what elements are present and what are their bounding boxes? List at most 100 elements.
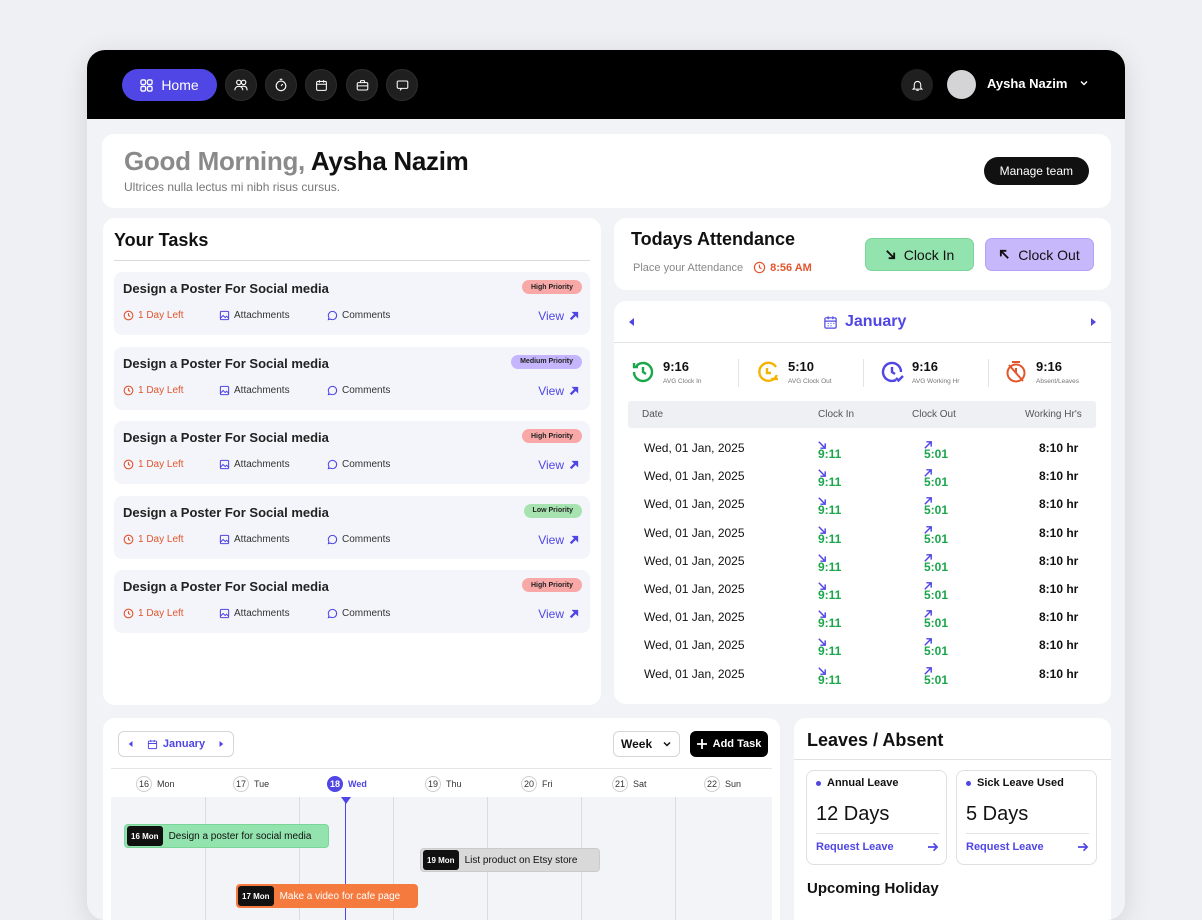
comments-link[interactable]: Comments (327, 459, 390, 470)
week-day-thu[interactable]: 19 Thu (425, 776, 462, 792)
row-clock-in: 9:11 (818, 554, 841, 574)
arrow-up-right-icon (569, 535, 579, 544)
chevron-right-icon[interactable] (218, 740, 224, 748)
week-day-mon[interactable]: 16 Mon (136, 776, 175, 792)
attachments-link[interactable]: Attachments (219, 310, 290, 321)
row-clock-out-value: 5:01 (924, 672, 949, 687)
clock-icon (123, 310, 134, 321)
user-name[interactable]: Aysha Nazim (987, 76, 1067, 91)
clock-in-button[interactable]: Clock In (865, 238, 974, 271)
annual-leave-card: Annual Leave 12 Days Request Leave (806, 770, 947, 865)
col-date: Date (642, 409, 664, 420)
row-clock-out-value: 5:01 (924, 447, 949, 461)
priority-badge: High Priority (521, 429, 582, 443)
schedule-month-picker[interactable]: January (118, 731, 234, 757)
week-day-sat[interactable]: 21 Sat (612, 776, 647, 792)
event-list-product[interactable]: 19 Mon List product on Etsy store (420, 848, 600, 872)
calendar-icon (147, 739, 157, 749)
add-task-button[interactable]: Add Task (690, 731, 768, 757)
plus-icon (696, 739, 707, 749)
task-item[interactable]: Design a Poster For Social media Low Prio… (114, 495, 590, 559)
schedule-month: January (147, 738, 205, 750)
stat-label: AVG Clock In (663, 378, 702, 385)
comments-link[interactable]: Comments (327, 534, 390, 545)
row-clock-out-value: 5:01 (924, 503, 949, 518)
briefcase-icon (356, 79, 368, 90)
chevron-down-icon[interactable] (1079, 78, 1089, 88)
event-date: 16 Mon (127, 826, 163, 846)
nav-home-button[interactable]: Home (122, 69, 217, 101)
week-day-wed[interactable]: 18 Wed (327, 776, 367, 792)
image-attachment-icon (219, 534, 230, 544)
time-left: 1 Day Left (123, 608, 184, 619)
user-avatar[interactable] (947, 70, 976, 99)
month-label[interactable]: January (823, 313, 906, 331)
divider (794, 759, 1111, 760)
time-left: 1 Day Left (123, 310, 184, 321)
week-day-sun[interactable]: 22 Sun (704, 776, 741, 792)
task-item[interactable]: Design a Poster For Social media High Pri… (114, 272, 590, 335)
view-select[interactable]: Week (613, 731, 680, 757)
schedule-card: January Week Add Task 16 Mon 17 Tue 18 Wed 19 T… (103, 718, 780, 920)
row-clock-in: 9:11 (818, 610, 841, 630)
chevron-right-icon[interactable] (1089, 317, 1097, 327)
chevron-left-icon[interactable] (628, 317, 636, 327)
arrow-up-left-icon (1000, 249, 1010, 259)
clock-in-label: Clock In (903, 246, 955, 263)
nav-messages-button[interactable] (386, 69, 418, 101)
task-item[interactable]: Design a Poster For Social media Medium P… (114, 346, 590, 410)
view-task-link[interactable]: View (538, 384, 579, 398)
current-day-marker (341, 797, 351, 804)
table-row: Wed, 01 Jan, 2025 9:11 5:01 8:10 hr (628, 463, 1096, 491)
row-clock-in-value: 9:11 (818, 559, 842, 574)
notifications-button[interactable] (901, 69, 933, 101)
task-item[interactable]: Design a Poster For Social media High Pri… (114, 570, 590, 633)
attachments-link[interactable]: Attachments (219, 385, 290, 396)
row-clock-out: 5:01 (924, 666, 948, 687)
view-task-link[interactable]: View (538, 458, 579, 472)
time-left: 1 Day Left (123, 385, 184, 396)
request-leave-link[interactable]: Request Leave (966, 841, 1089, 853)
comments-link[interactable]: Comments (327, 608, 390, 619)
week-day-fri[interactable]: 20 Fri (521, 776, 553, 792)
row-date: Wed, 01 Jan, 2025 (644, 666, 745, 681)
comments-label: Comments (342, 459, 391, 470)
view-task-link[interactable]: View (538, 309, 579, 323)
nav-timer-button[interactable] (265, 69, 297, 101)
comment-icon (327, 608, 338, 619)
bullet-dot (816, 780, 821, 786)
row-clock-out-value: 5:01 (924, 531, 949, 546)
task-title: Design a Poster For Social media (123, 579, 329, 594)
event-design-poster[interactable]: 16 Mon Design a poster for social media (124, 824, 329, 848)
row-working-hours: 8:10 hr (1039, 469, 1079, 484)
manage-team-button[interactable]: Manage team (983, 157, 1089, 185)
grid-icon (140, 78, 154, 92)
time-left-label: 1 Day Left (138, 608, 184, 619)
nav-team-button[interactable] (225, 69, 257, 101)
chevron-left-icon[interactable] (128, 740, 134, 748)
comments-link[interactable]: Comments (327, 310, 390, 321)
view-task-link[interactable]: View (538, 533, 579, 547)
nav-projects-button[interactable] (346, 69, 378, 101)
row-working-hours: 8:10 hr (1039, 638, 1079, 653)
sick-leave-card: Sick Leave Used 5 Days Request Leave (956, 770, 1097, 865)
row-clock-in-value: 9:11 (818, 447, 842, 461)
comments-link[interactable]: Comments (327, 385, 390, 396)
comments-label: Comments (342, 608, 391, 619)
clock-out-button[interactable]: Clock Out (985, 238, 1094, 271)
attachments-link[interactable]: Attachments (219, 534, 290, 545)
nav-calendar-button[interactable] (305, 69, 337, 101)
image-attachment-icon (219, 385, 230, 395)
row-working-hours: 8:10 hr (1039, 553, 1079, 568)
row-clock-in: 9:11 (818, 638, 841, 658)
attachments-link[interactable]: Attachments (219, 608, 290, 619)
event-make-video[interactable]: 17 Mon Make a video for cafe page (236, 884, 418, 908)
working-hours-icon (881, 361, 904, 383)
week-day-tue[interactable]: 17 Tue (233, 776, 269, 792)
view-task-link[interactable]: View (538, 607, 579, 621)
request-leave-link[interactable]: Request Leave (816, 841, 939, 853)
attachments-link[interactable]: Attachments (219, 459, 290, 470)
table-row: Wed, 01 Jan, 2025 9:11 5:01 8:10 hr (628, 491, 1096, 519)
task-item[interactable]: Design a Poster For Social media High Pri… (114, 421, 590, 484)
clock-icon (123, 459, 134, 470)
